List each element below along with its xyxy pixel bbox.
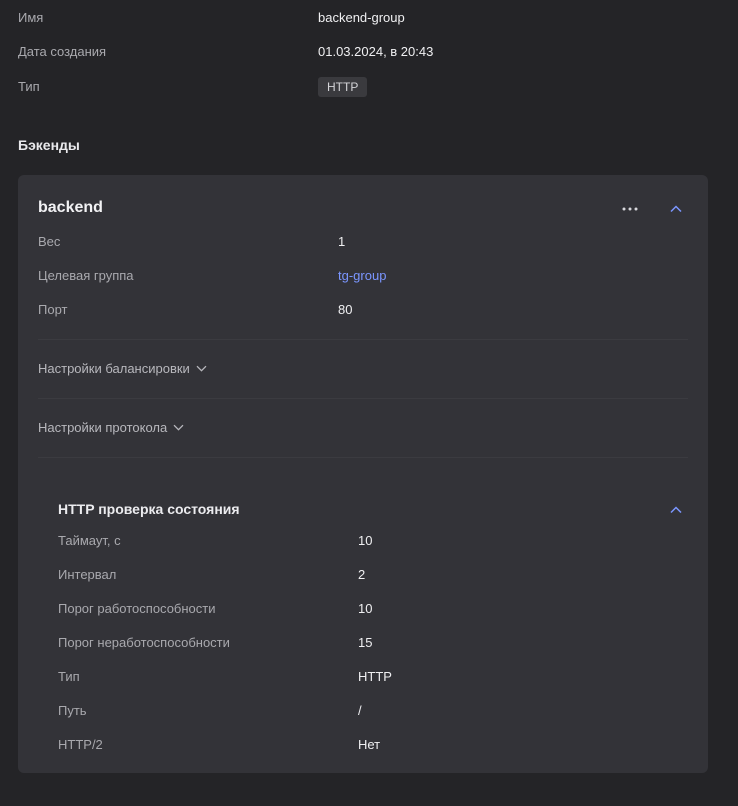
chevron-up-icon bbox=[670, 506, 682, 514]
backend-title: backend bbox=[38, 199, 103, 216]
divider bbox=[38, 398, 688, 399]
target-group-link[interactable]: tg-group bbox=[338, 268, 386, 283]
backend-card: backend Вес 1 Целевая группа tg-group По… bbox=[18, 175, 708, 773]
weight-value: 1 bbox=[338, 234, 346, 249]
target-group-label: Целевая группа bbox=[38, 268, 134, 283]
port-value: 80 bbox=[338, 302, 353, 317]
created-value: 01.03.2024, в 20:43 bbox=[318, 44, 434, 59]
weight-label: Вес bbox=[38, 234, 61, 249]
name-value: backend-group bbox=[318, 10, 405, 25]
hc-healthy-threshold-value: 10 bbox=[358, 601, 373, 616]
hc-interval-label: Интервал bbox=[58, 567, 117, 582]
more-actions-button[interactable] bbox=[620, 199, 640, 219]
created-label: Дата создания bbox=[18, 44, 107, 59]
hc-unhealthy-threshold-label: Порог неработоспособности bbox=[58, 635, 230, 650]
collapse-healthcheck-button[interactable] bbox=[668, 502, 684, 518]
chevron-down-icon bbox=[173, 424, 184, 431]
hc-interval-value: 2 bbox=[358, 567, 366, 582]
hc-timeout-value: 10 bbox=[358, 533, 373, 548]
hc-http2-label: HTTP/2 bbox=[58, 737, 103, 752]
protocol-settings-label: Настройки протокола bbox=[38, 420, 168, 435]
healthcheck-title: HTTP проверка состояния bbox=[58, 501, 240, 517]
hc-unhealthy-threshold-value: 15 bbox=[358, 635, 373, 650]
hc-timeout-label: Таймаут, с bbox=[58, 533, 121, 548]
hc-type-label: Тип bbox=[58, 669, 80, 684]
hc-type-value: HTTP bbox=[358, 669, 392, 684]
name-label: Имя bbox=[18, 10, 44, 25]
more-horizontal-icon bbox=[622, 207, 638, 211]
balancing-settings-label: Настройки балансировки bbox=[38, 361, 190, 376]
divider bbox=[38, 457, 688, 458]
chevron-up-icon bbox=[670, 205, 682, 213]
hc-http2-value: Нет bbox=[358, 737, 381, 752]
divider bbox=[38, 339, 688, 340]
hc-path-label: Путь bbox=[58, 703, 87, 718]
type-badge: HTTP bbox=[318, 77, 368, 97]
chevron-down-icon bbox=[196, 365, 207, 372]
type-label: Тип bbox=[18, 79, 40, 94]
protocol-settings-toggle[interactable]: Настройки протокола bbox=[38, 420, 184, 435]
hc-healthy-threshold-label: Порог работоспособности bbox=[58, 601, 216, 616]
balancing-settings-toggle[interactable]: Настройки балансировки bbox=[38, 361, 207, 376]
port-label: Порт bbox=[38, 302, 68, 317]
backends-section-title: Бэкенды bbox=[18, 137, 80, 153]
collapse-backend-button[interactable] bbox=[668, 201, 684, 217]
hc-path-value: / bbox=[358, 703, 362, 718]
